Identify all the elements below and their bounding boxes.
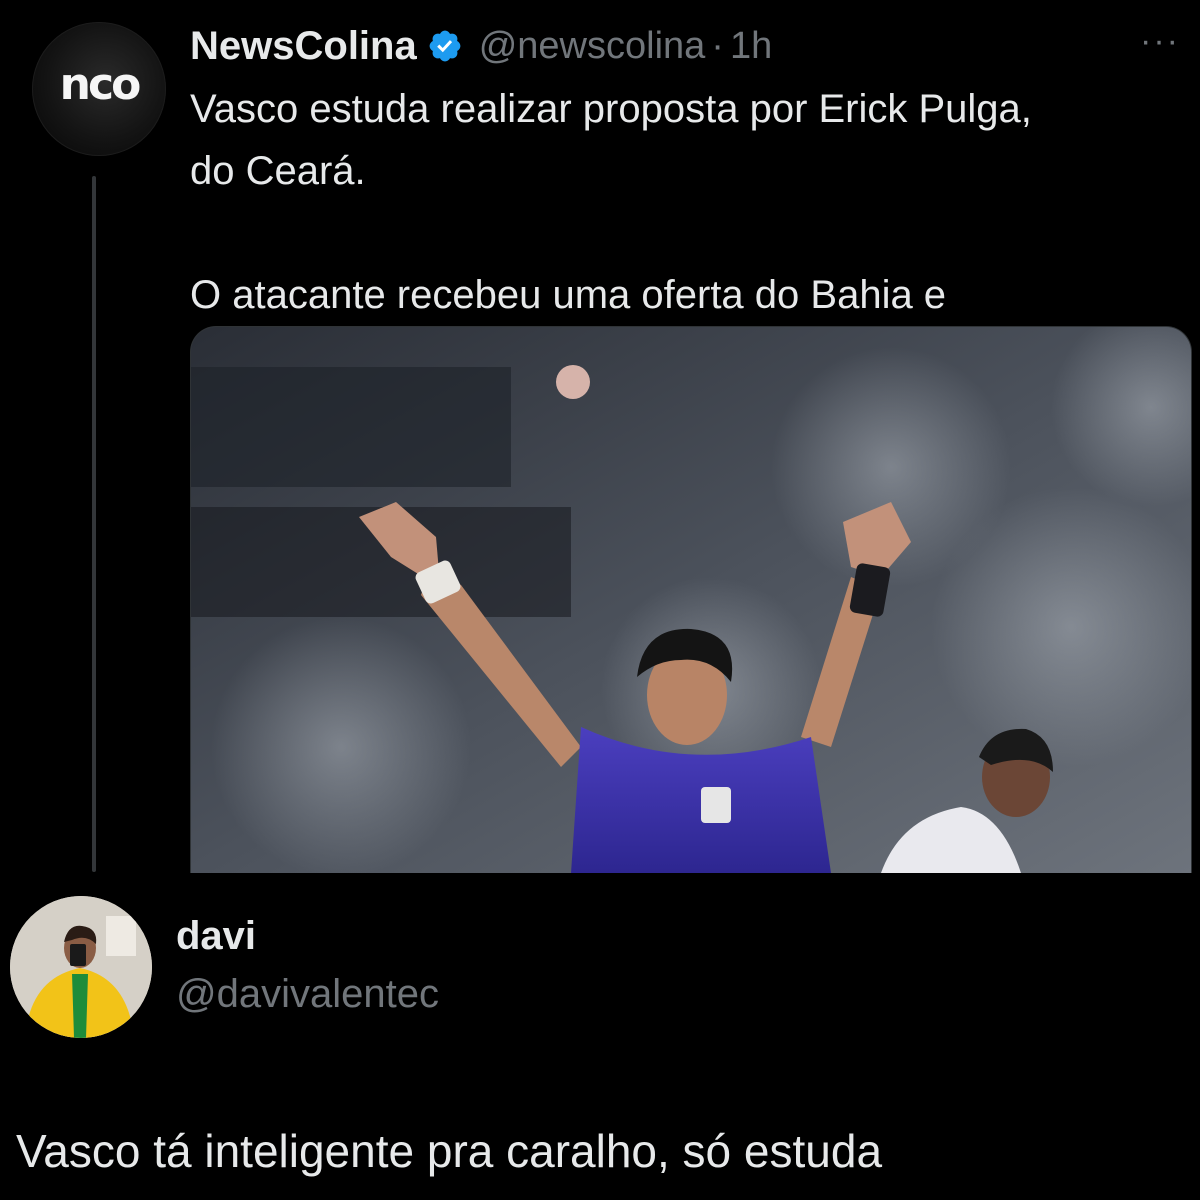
thread-line bbox=[92, 176, 96, 872]
newscolina-logo: nco bbox=[59, 59, 142, 110]
reply-user-avatar[interactable] bbox=[10, 896, 152, 1038]
more-options-icon[interactable]: ··· bbox=[1140, 22, 1180, 61]
user-avatar-photo bbox=[10, 896, 152, 1038]
separator-dot: · bbox=[711, 24, 724, 67]
verified-badge-icon bbox=[429, 30, 461, 62]
tweet-media-image[interactable] bbox=[190, 326, 1192, 873]
newscolina-avatar[interactable]: nco bbox=[32, 22, 166, 156]
tweet-text-line-3: O atacante recebeu uma oferta do Bahia e bbox=[190, 273, 947, 317]
author-display-name[interactable]: NewsColina bbox=[190, 24, 417, 69]
tweet-text-line-1: Vasco estuda realizar proposta por Erick… bbox=[190, 87, 1032, 131]
tweet-text-line-2: do Ceará. bbox=[190, 149, 366, 193]
author-handle[interactable]: @newscolina bbox=[479, 25, 706, 68]
tweet-header: NewsColina @newscolina · 1h bbox=[190, 20, 772, 72]
tweet-timestamp[interactable]: 1h bbox=[730, 25, 772, 68]
reply-text: Vasco tá inteligente pra caralho, só est… bbox=[16, 1125, 883, 1177]
player-photo bbox=[191, 327, 1191, 873]
reply-handle[interactable]: @davivalentec bbox=[176, 972, 439, 1017]
reply-display-name[interactable]: davi bbox=[176, 914, 256, 959]
